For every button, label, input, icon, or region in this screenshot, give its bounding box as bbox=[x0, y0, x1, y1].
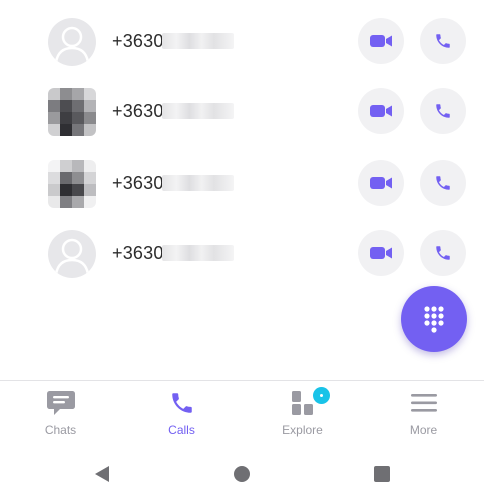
system-navigation-bar bbox=[0, 444, 484, 503]
phone-icon bbox=[167, 389, 197, 417]
tab-label: Explore bbox=[282, 423, 323, 437]
bottom-navigation: Chats Calls Explore More bbox=[0, 380, 484, 445]
notification-badge bbox=[313, 387, 330, 404]
voice-call-button[interactable] bbox=[420, 88, 466, 134]
dialpad-icon bbox=[424, 306, 444, 333]
call-row[interactable]: +3630 bbox=[0, 222, 484, 282]
phone-icon bbox=[436, 104, 450, 118]
contact-photo-avatar bbox=[48, 160, 96, 208]
home-circle-icon[interactable] bbox=[232, 464, 252, 484]
voice-call-button[interactable] bbox=[420, 160, 466, 206]
call-row[interactable]: +3630 bbox=[0, 80, 484, 140]
redacted-digits bbox=[162, 175, 234, 191]
call-row[interactable]: +3630 bbox=[0, 152, 484, 212]
tab-calls[interactable]: Calls bbox=[121, 381, 242, 445]
calls-screen: +3630 +3630 +3630 +3630 Chats Calls Expl… bbox=[0, 0, 484, 503]
video-call-button[interactable] bbox=[358, 18, 404, 64]
recents-square-icon[interactable] bbox=[372, 464, 392, 484]
video-camera-icon bbox=[370, 247, 392, 259]
voice-call-button[interactable] bbox=[420, 230, 466, 276]
tab-label: More bbox=[409, 423, 438, 437]
tab-chats[interactable]: Chats bbox=[0, 381, 121, 445]
video-camera-icon bbox=[370, 105, 392, 117]
tab-label: Chats bbox=[44, 423, 77, 437]
dialpad-button[interactable] bbox=[401, 286, 467, 352]
redacted-digits bbox=[162, 103, 234, 119]
phone-icon bbox=[436, 246, 450, 260]
tab-explore[interactable]: Explore bbox=[242, 381, 363, 445]
phone-icon bbox=[436, 34, 450, 48]
hamburger-menu-icon bbox=[409, 389, 439, 417]
phone-number: +3630 bbox=[112, 101, 164, 121]
phone-number: +3630 bbox=[112, 173, 164, 193]
call-row[interactable]: +3630 bbox=[0, 10, 484, 70]
tab-label: Calls bbox=[168, 423, 195, 437]
video-call-button[interactable] bbox=[358, 160, 404, 206]
phone-number: +3630 bbox=[112, 243, 164, 263]
default-avatar-icon bbox=[48, 230, 96, 278]
redacted-digits bbox=[162, 33, 234, 49]
phone-icon bbox=[436, 176, 450, 190]
tab-more[interactable]: More bbox=[363, 381, 484, 445]
default-avatar-icon bbox=[48, 18, 96, 66]
video-call-button[interactable] bbox=[358, 88, 404, 134]
voice-call-button[interactable] bbox=[420, 18, 466, 64]
video-camera-icon bbox=[370, 35, 392, 47]
video-camera-icon bbox=[370, 177, 392, 189]
chat-bubble-icon bbox=[46, 389, 76, 417]
back-triangle-icon[interactable] bbox=[92, 464, 112, 484]
video-call-button[interactable] bbox=[358, 230, 404, 276]
contact-photo-avatar bbox=[48, 88, 96, 136]
phone-number: +3630 bbox=[112, 31, 164, 51]
redacted-digits bbox=[162, 245, 234, 261]
